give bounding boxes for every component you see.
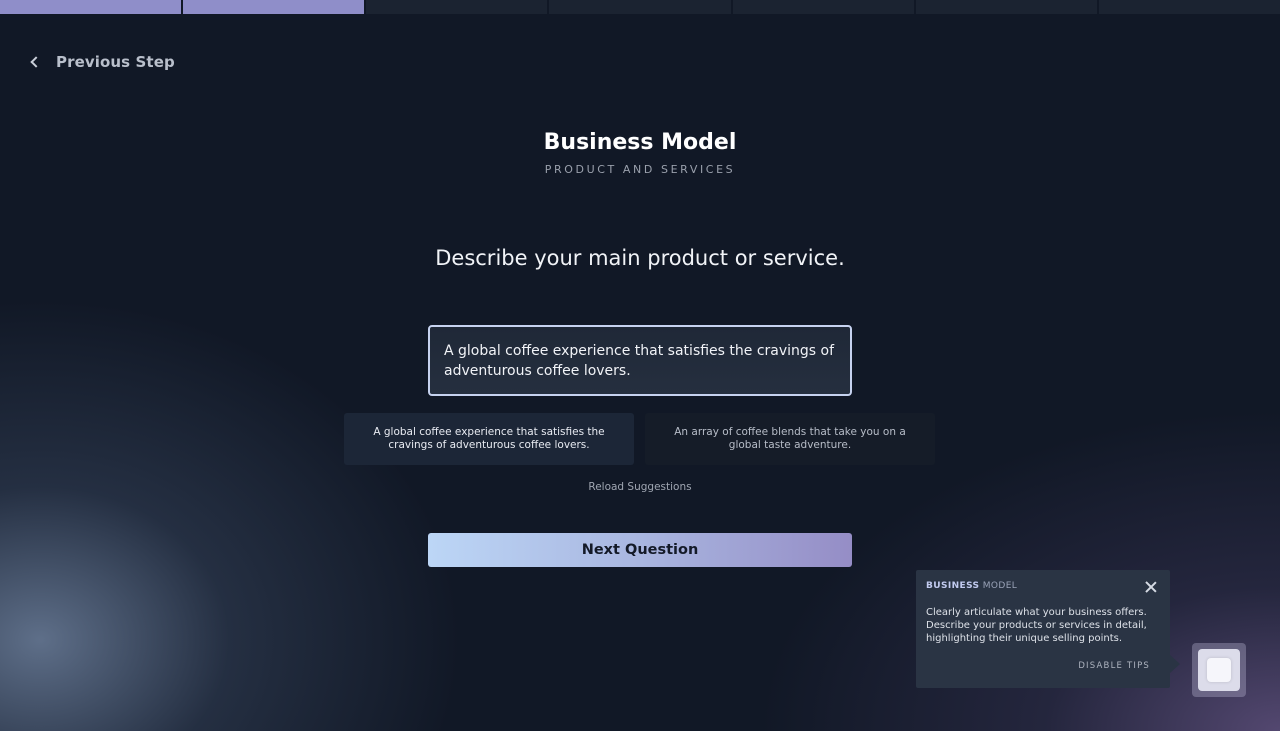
progress-bar <box>0 0 1280 14</box>
reload-suggestions-link[interactable]: Reload Suggestions <box>0 481 1280 493</box>
tip-card: BUSINESS MODEL Clearly articulate what y… <box>916 570 1170 688</box>
progress-segment-5 <box>732 0 914 14</box>
suggestion-card-2[interactable]: An array of coffee blends that take you … <box>645 413 935 465</box>
progress-segment-1 <box>0 0 182 14</box>
suggestion-card-1[interactable]: A global coffee experience that satisfie… <box>344 413 634 465</box>
suggestion-list: A global coffee experience that satisfie… <box>344 413 936 465</box>
assistant-icon-square <box>1207 658 1231 682</box>
answer-input[interactable] <box>428 325 852 396</box>
progress-segment-3 <box>366 0 548 14</box>
chevron-left-icon <box>28 55 42 69</box>
tip-heading-light: MODEL <box>982 581 1018 591</box>
tip-heading-strong: BUSINESS <box>926 581 980 591</box>
tip-pointer <box>1170 655 1180 673</box>
progress-segment-7 <box>1098 0 1280 14</box>
tip-heading: BUSINESS MODEL <box>926 581 1160 591</box>
previous-step-label: Previous Step <box>56 53 175 71</box>
assistant-icon <box>1198 649 1240 691</box>
close-icon[interactable] <box>1144 580 1158 594</box>
progress-segment-2 <box>183 0 365 14</box>
next-question-button[interactable]: Next Question <box>428 533 852 567</box>
progress-segment-6 <box>915 0 1097 14</box>
question-text: Describe your main product or service. <box>435 246 845 270</box>
page-subtitle: PRODUCT AND SERVICES <box>544 163 736 176</box>
disable-tips-button[interactable]: DISABLE TIPS <box>1078 661 1150 671</box>
progress-segment-4 <box>549 0 731 14</box>
tip-body: Clearly articulate what your business of… <box>926 607 1147 644</box>
previous-step-button[interactable]: Previous Step <box>28 50 175 74</box>
page-title: Business Model <box>543 130 737 155</box>
assistant-button[interactable] <box>1192 643 1246 697</box>
